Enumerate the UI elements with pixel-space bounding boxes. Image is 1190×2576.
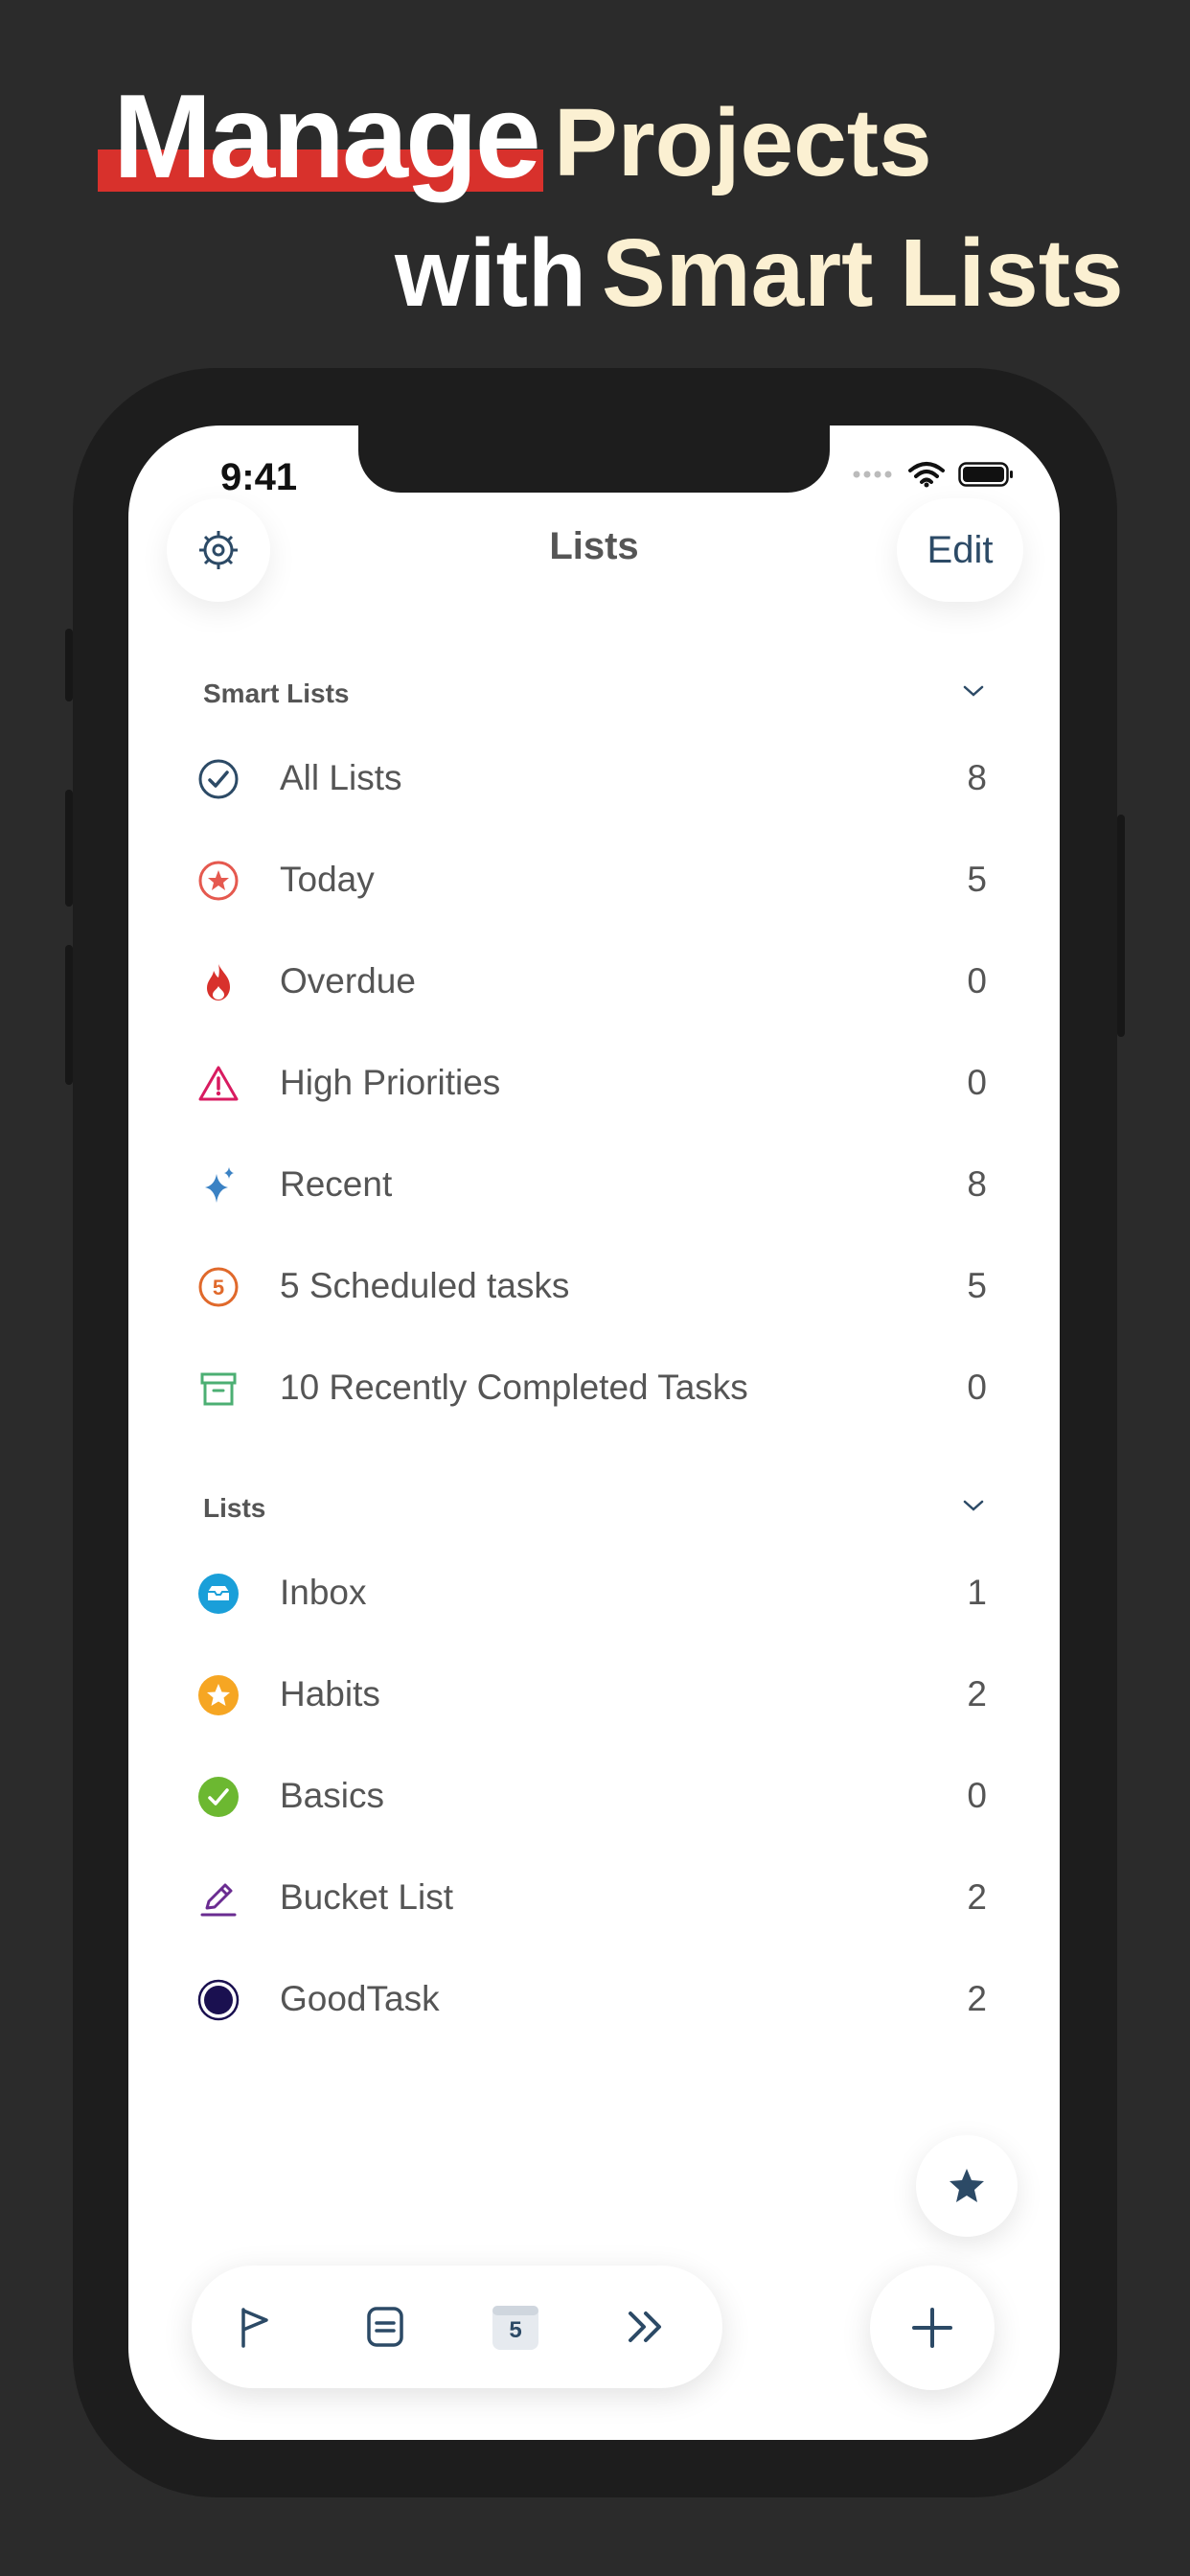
checkmark-circle-icon <box>197 1776 240 1818</box>
headline-word-with: with <box>395 219 586 327</box>
status-icons <box>853 460 1014 489</box>
list-item-scheduled-tasks[interactable]: 5 5 Scheduled tasks 5 <box>128 1236 1060 1338</box>
list-item-label: GoodTask <box>280 1979 440 2018</box>
list-item-goodtask[interactable]: GoodTask 2 <box>128 1949 1060 2051</box>
list-item-label: Bucket List <box>280 1877 453 1917</box>
bottom-toolbar: 5 <box>192 2266 722 2388</box>
list-item-count: 5 <box>967 860 987 899</box>
flame-icon <box>197 961 240 1003</box>
list-item-all-lists[interactable]: All Lists 8 <box>128 728 1060 830</box>
list-item-label: 5 Scheduled tasks <box>280 1266 570 1305</box>
battery-icon <box>958 462 1013 487</box>
list-item-count: 2 <box>967 1674 987 1714</box>
add-button[interactable] <box>870 2266 995 2390</box>
headline-word-smart-lists: Smart Lists <box>602 219 1124 327</box>
number-circle-icon: 5 <box>197 1266 240 1308</box>
list-item-count: 0 <box>967 1776 987 1815</box>
list-icon <box>367 2307 403 2347</box>
more-button[interactable] <box>617 2298 675 2356</box>
star-circle-icon <box>197 860 240 902</box>
pencil-icon <box>197 1877 240 1920</box>
inbox-icon <box>197 1573 240 1615</box>
list-item-label: Recent <box>280 1164 393 1204</box>
double-chevron-right-icon <box>629 2312 661 2342</box>
svg-text:5: 5 <box>213 1276 224 1300</box>
star-icon <box>950 2169 984 2202</box>
section-header-smart-lists: Smart Lists <box>203 678 350 708</box>
list-item-count: 1 <box>967 1573 987 1612</box>
warning-triangle-icon <box>197 1063 240 1105</box>
chevron-down-icon[interactable] <box>962 1499 985 1512</box>
plus-icon <box>912 2308 952 2348</box>
list-item-today[interactable]: Today 5 <box>128 830 1060 932</box>
list-item-count: 2 <box>967 1979 987 2018</box>
status-time: 9:41 <box>220 456 298 498</box>
list-item-label: Basics <box>280 1776 384 1815</box>
star-circle-icon <box>197 1674 240 1716</box>
phone-notch <box>358 426 830 493</box>
list-item-basics[interactable]: Basics 0 <box>128 1746 1060 1848</box>
dot-circle-icon <box>197 1979 240 2021</box>
wifi-icon <box>908 462 945 488</box>
list-item-label: High Priorities <box>280 1063 501 1102</box>
list-item-count: 0 <box>967 1063 987 1102</box>
flag-button[interactable] <box>226 2298 284 2356</box>
phone-power-button <box>1117 815 1125 1037</box>
list-item-label: Habits <box>280 1674 380 1714</box>
calendar-button[interactable]: 5 <box>487 2298 544 2356</box>
list-item-overdue[interactable]: Overdue 0 <box>128 932 1060 1033</box>
signal-icon <box>853 471 892 478</box>
list-item-count: 8 <box>967 758 987 797</box>
chevron-down-icon[interactable] <box>962 684 985 698</box>
list-item-recent[interactable]: Recent 8 <box>128 1135 1060 1236</box>
list-item-label: Today <box>280 860 375 899</box>
list-item-label: 10 Recently Completed Tasks <box>280 1368 748 1407</box>
headline-word-manage: Manage <box>113 71 541 203</box>
list-item-bucket-list[interactable]: Bucket List 2 <box>128 1848 1060 1949</box>
list-item-recently-completed[interactable]: 10 Recently Completed Tasks 0 <box>128 1338 1060 1439</box>
list-item-label: All Lists <box>280 758 402 797</box>
phone-volume-down <box>65 945 73 1085</box>
list-item-label: Inbox <box>280 1573 367 1612</box>
list-view-button[interactable] <box>356 2298 414 2356</box>
headline-word-projects: Projects <box>554 89 932 196</box>
favorites-button[interactable] <box>916 2135 1018 2237</box>
list-item-high-priorities[interactable]: High Priorities 0 <box>128 1033 1060 1135</box>
calendar-day: 5 <box>509 2317 522 2343</box>
headline: Manage Projects with Smart Lists <box>0 0 1190 345</box>
list-item-inbox[interactable]: Inbox 1 <box>128 1543 1060 1644</box>
phone-volume-up <box>65 790 73 907</box>
list-item-habits[interactable]: Habits 2 <box>128 1644 1060 1746</box>
section-header-lists: Lists <box>203 1493 266 1523</box>
list-item-count: 8 <box>967 1164 987 1204</box>
sparkles-icon <box>197 1164 240 1207</box>
app-screen: 9:41 Lists Edit Smart Lists All Lists 8 … <box>128 426 1060 2440</box>
edit-button[interactable]: Edit <box>897 498 1023 602</box>
checkmark-circle-icon <box>197 758 240 800</box>
list-item-count: 5 <box>967 1266 987 1305</box>
list-item-label: Overdue <box>280 961 416 1000</box>
phone-mute-switch <box>65 629 73 702</box>
list-item-count: 2 <box>967 1877 987 1917</box>
list-item-count: 0 <box>967 961 987 1000</box>
archive-box-icon <box>197 1368 240 1410</box>
flag-icon <box>241 2308 268 2348</box>
list-item-count: 0 <box>967 1368 987 1407</box>
